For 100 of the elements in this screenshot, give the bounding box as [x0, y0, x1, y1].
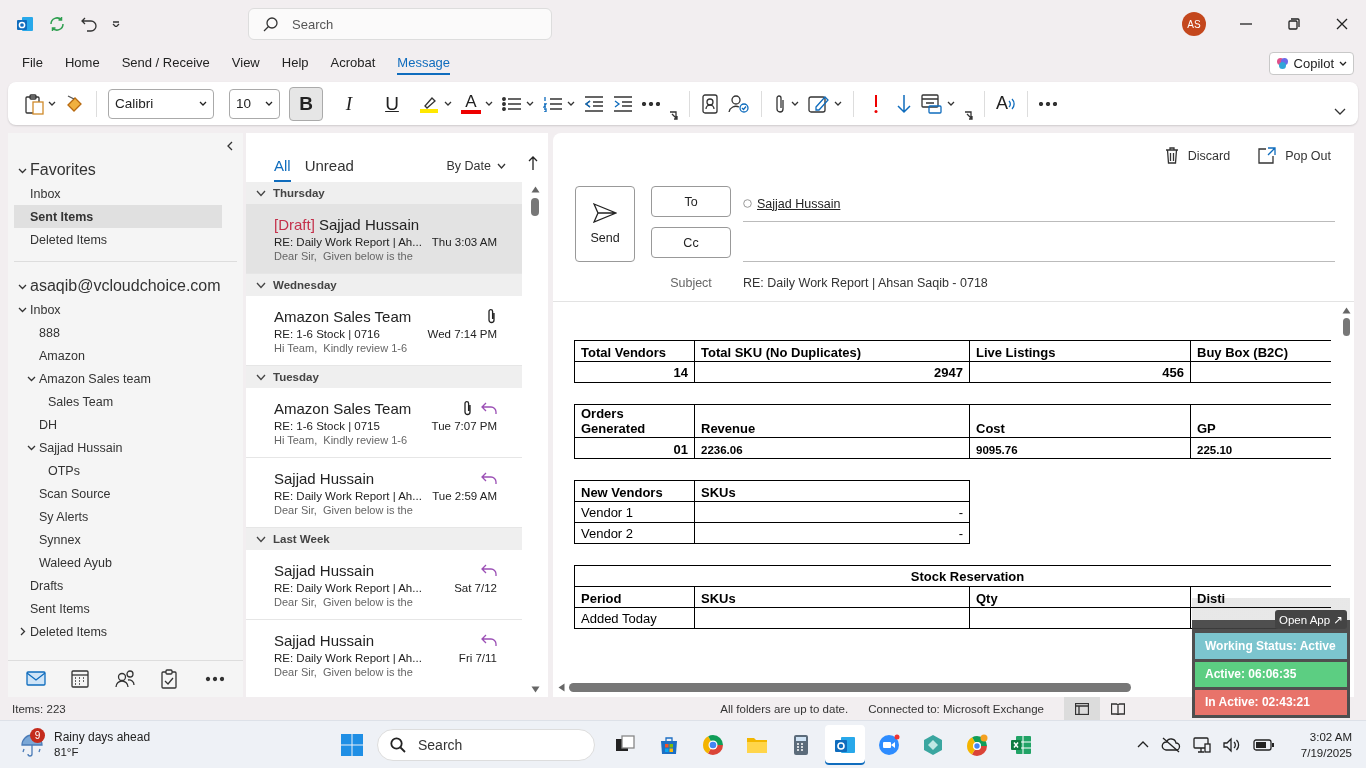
folder-item[interactable]: Sales Team [48, 394, 114, 409]
menu-tab[interactable]: Message [397, 51, 451, 75]
font-size-dropdown[interactable]: 10 [229, 88, 280, 119]
search-input[interactable]: Search [290, 15, 510, 33]
user-avatar[interactable]: AS [1182, 12, 1206, 36]
italic-button[interactable]: I [332, 86, 366, 121]
folder-item[interactable]: Drafts [30, 578, 64, 593]
caret-icon[interactable] [526, 101, 534, 106]
sync-icon[interactable] [48, 15, 66, 33]
chevron-down-icon[interactable] [256, 189, 266, 197]
taskbar-search-field[interactable]: Search [377, 728, 595, 761]
normal-view-icon[interactable] [1075, 702, 1089, 715]
chevron-down-icon[interactable] [256, 535, 266, 543]
discard-button[interactable]: Discard [1161, 144, 1234, 167]
message-item[interactable]: Sajjad Hussain RE: Daily Work Report | Ah... Sat 7/12 Dear Sir, Given below is the [246, 550, 522, 620]
scroll-thumb[interactable] [1342, 318, 1350, 336]
folder-item[interactable]: OTPs [48, 463, 80, 478]
message-item[interactable]: Sajjad Hussain RE: Daily Work Report | Ah... Fri 7/11 Dear Sir, Given below is the [246, 620, 522, 690]
chevron-down-icon[interactable] [256, 373, 266, 381]
cloud-off-icon[interactable] [1160, 736, 1181, 753]
speaker-icon[interactable] [1222, 736, 1241, 753]
folder-item[interactable]: Deleted Items [30, 232, 108, 247]
address-book-icon[interactable] [701, 93, 719, 114]
more-icon[interactable] [642, 101, 660, 106]
numbered-list-icon[interactable] [543, 95, 563, 112]
menu-tab[interactable]: Home [64, 51, 100, 75]
filter-tab[interactable]: Unread [304, 157, 354, 182]
scroll-thumb[interactable] [531, 198, 539, 216]
paste-icon[interactable] [24, 92, 44, 115]
mail-icon[interactable] [26, 669, 47, 689]
chevron-down-icon[interactable] [256, 281, 266, 289]
low-importance-icon[interactable] [896, 93, 912, 114]
folder-item[interactable]: Amazon [39, 348, 85, 363]
hexagon-icon[interactable] [922, 733, 944, 756]
paperclip-icon[interactable] [773, 93, 787, 114]
folder-item[interactable]: DH [39, 417, 58, 432]
scroll-down-icon[interactable] [530, 686, 540, 693]
chevron-up-icon[interactable] [1136, 741, 1149, 748]
collapse-pane-icon[interactable] [226, 140, 234, 151]
spreadsheet-icon[interactable] [1010, 733, 1032, 756]
battery-charging-icon[interactable] [1252, 738, 1275, 751]
folder-item[interactable]: Inbox [30, 186, 61, 201]
pop-out-button[interactable]: Pop Out [1255, 144, 1334, 167]
caret-icon[interactable] [485, 101, 493, 106]
scroll-up-icon[interactable] [530, 186, 540, 193]
underline-button[interactable]: U [375, 86, 409, 121]
scroll-up-icon[interactable] [1341, 307, 1351, 314]
folder-item[interactable]: Synnex [39, 532, 81, 547]
people-icon[interactable] [115, 669, 136, 689]
folder-item[interactable]: Sent Items [30, 601, 90, 616]
to-field[interactable]: Sajjad Hussain [743, 186, 1335, 222]
search-field[interactable]: Search [248, 8, 552, 40]
scroll-thumb[interactable] [569, 682, 1131, 692]
bold-button[interactable]: B [289, 86, 323, 121]
dialog-launcher-icon[interactable] [964, 111, 973, 120]
high-importance-icon[interactable] [873, 93, 879, 114]
caret-icon[interactable] [791, 101, 799, 106]
network-icon[interactable] [1192, 736, 1211, 753]
menu-tab[interactable]: Send / Receive [121, 51, 210, 75]
increase-indent-icon[interactable] [613, 95, 633, 112]
check-names-icon[interactable] [728, 93, 750, 114]
send-button[interactable]: Send [575, 186, 635, 262]
font-name-dropdown[interactable]: Calibri [108, 88, 214, 119]
chevron-down-icon[interactable] [27, 443, 36, 452]
menu-tab[interactable]: Help [281, 51, 309, 75]
folder-item[interactable]: Sy Alerts [39, 509, 89, 524]
read-aloud-button[interactable]: A [996, 93, 1016, 114]
bullet-list-icon[interactable] [502, 95, 522, 112]
recipient-link[interactable]: Sajjad Hussain [757, 196, 841, 211]
scroll-left-icon[interactable] [558, 682, 565, 692]
dialog-launcher-icon[interactable] [669, 111, 678, 120]
more-icon[interactable] [1039, 101, 1057, 106]
chevron-down-icon[interactable] [27, 374, 36, 383]
folder-item[interactable]: Scan Source [39, 486, 111, 501]
caret-icon[interactable] [834, 101, 842, 106]
reading-view-icon[interactable] [1111, 702, 1125, 715]
folder-item[interactable]: Deleted Items [30, 624, 108, 639]
message-item[interactable]: Amazon Sales Team RE: 1-6 Stock | 0715 Tue 7:07 PM Hi Team, Kindly review 1-6 [246, 388, 522, 458]
message-item[interactable]: [Draft] Sajjad Hussain RE: Daily Work Report | Ah... Thu 3:03 AM Dear Sir, Given below is the [246, 204, 522, 274]
sort-arrow-up-icon[interactable] [528, 156, 538, 170]
menu-tab[interactable]: Acrobat [330, 51, 376, 75]
subject-field[interactable]: RE: Daily Work Report | Ahsan Saqib - 0718 [743, 275, 988, 290]
caret-icon[interactable] [48, 101, 56, 106]
chevron-down-icon[interactable] [18, 305, 27, 314]
caret-icon[interactable] [947, 101, 955, 106]
folder-item[interactable]: Sajjad Hussain [39, 440, 123, 455]
browser-circle-icon[interactable] [966, 733, 988, 756]
video-camera-icon[interactable] [878, 733, 900, 756]
chevron-right-icon[interactable] [18, 627, 27, 636]
expand-ribbon-icon[interactable] [1334, 108, 1346, 115]
browser-circle-icon[interactable] [702, 733, 724, 756]
menu-tab[interactable]: View [231, 51, 260, 75]
folder-group-title[interactable]: Favorites [30, 161, 96, 179]
folder-item[interactable]: Amazon Sales team [39, 371, 151, 386]
copilot-button[interactable]: Copilot [1268, 51, 1354, 75]
search-input[interactable]: Search [416, 735, 566, 754]
cc-button[interactable]: Cc [651, 227, 731, 258]
folder-group-title[interactable]: asaqib@vcloudchoice.com [30, 277, 221, 295]
signature-pen-icon[interactable] [808, 93, 830, 114]
clock[interactable]: 3:02 AM 7/19/2025 [1300, 728, 1352, 761]
